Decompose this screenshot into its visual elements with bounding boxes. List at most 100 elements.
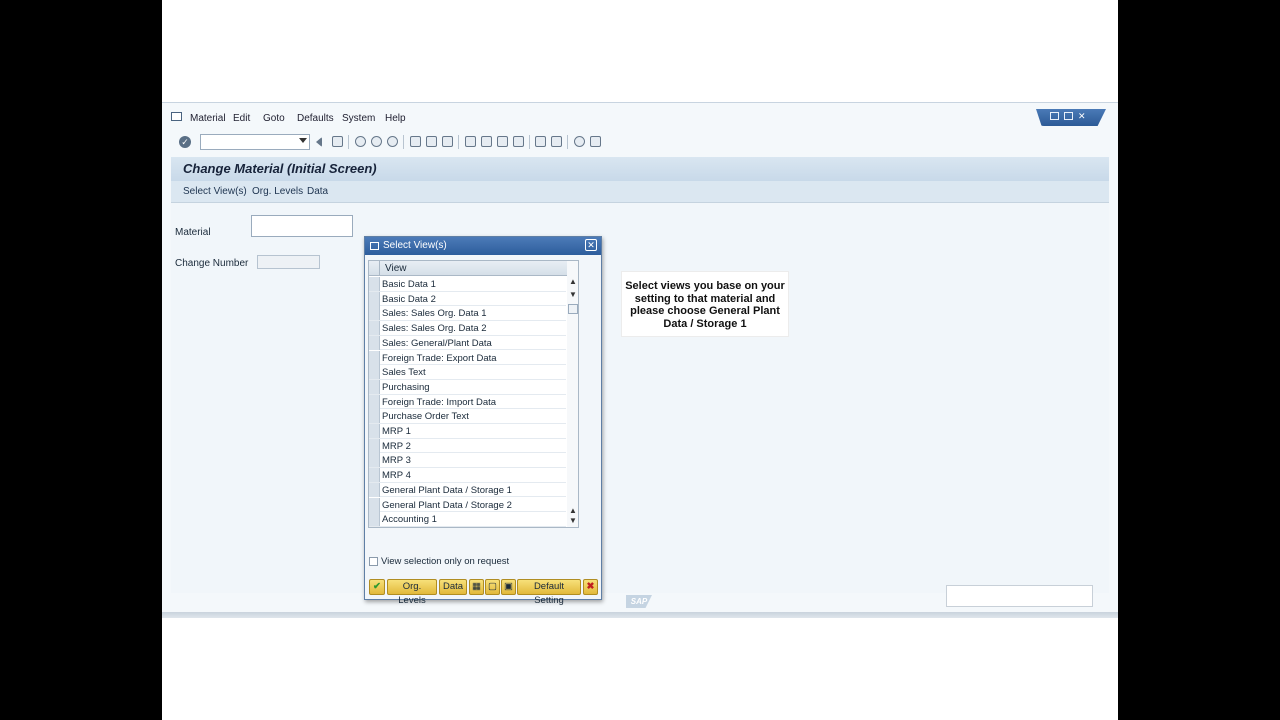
select-views-button[interactable]: Select View(s) bbox=[183, 186, 247, 197]
vertical-scrollbar[interactable]: ▲ ▼ ▲ ▼ bbox=[567, 261, 578, 527]
maximize-icon[interactable] bbox=[1064, 112, 1073, 120]
scroll-up-icon[interactable]: ▲ bbox=[569, 507, 577, 515]
view-name: MRP 2 bbox=[382, 440, 411, 452]
row-selector[interactable] bbox=[369, 291, 380, 306]
table-row[interactable]: MRP 1 bbox=[369, 424, 566, 439]
default-setting-button[interactable]: Default Setting bbox=[517, 579, 581, 606]
view-name: Purchase Order Text bbox=[382, 411, 469, 423]
row-selector[interactable] bbox=[369, 350, 380, 365]
table-row[interactable]: Purchase Order Text bbox=[369, 409, 566, 424]
scroll-thumb[interactable] bbox=[568, 304, 578, 314]
help-icon[interactable] bbox=[574, 136, 585, 147]
change-number-label: Change Number bbox=[175, 258, 249, 269]
row-selector[interactable] bbox=[369, 424, 380, 438]
dialog-title-bar: Select View(s) ✕ bbox=[365, 237, 601, 255]
menu-help[interactable]: Help bbox=[385, 113, 406, 124]
select-all-column[interactable] bbox=[369, 261, 380, 276]
first-page-icon[interactable] bbox=[465, 136, 476, 147]
org-levels-button[interactable]: Org. Levels bbox=[252, 186, 303, 197]
change-number-input[interactable] bbox=[257, 255, 320, 269]
page-title: Change Material (Initial Screen) bbox=[183, 161, 377, 176]
table-row[interactable]: Foreign Trade: Export Data bbox=[369, 350, 566, 366]
table-row[interactable]: Sales: Sales Org. Data 1 bbox=[369, 306, 566, 322]
row-selector[interactable] bbox=[369, 335, 380, 350]
row-selector[interactable] bbox=[369, 497, 380, 512]
table-row[interactable]: Basic Data 1 bbox=[369, 277, 566, 292]
table-row[interactable]: Accounting 1 bbox=[369, 512, 566, 527]
close-window-icon[interactable]: ✕ bbox=[1078, 112, 1087, 121]
table-row[interactable]: Sales: Sales Org. Data 2 bbox=[369, 321, 566, 336]
find-icon[interactable] bbox=[426, 136, 437, 147]
row-selector[interactable] bbox=[369, 379, 380, 394]
back-icon[interactable] bbox=[355, 136, 366, 147]
previous-page-icon[interactable] bbox=[481, 136, 492, 147]
scroll-down-icon[interactable]: ▼ bbox=[569, 517, 577, 525]
row-selector[interactable] bbox=[369, 453, 380, 468]
org-levels-dialog-button[interactable]: Org. Levels bbox=[387, 579, 437, 606]
row-selector[interactable] bbox=[369, 365, 380, 380]
row-selector[interactable] bbox=[369, 277, 380, 291]
row-selector[interactable] bbox=[369, 306, 380, 321]
menu-material[interactable]: Material bbox=[190, 113, 226, 124]
standard-toolbar: ✓ bbox=[162, 130, 1118, 154]
deselect-all-icon[interactable]: ▢ bbox=[485, 579, 500, 595]
menu-defaults[interactable]: Defaults bbox=[297, 113, 334, 124]
row-selector[interactable] bbox=[369, 409, 380, 424]
scroll-up-icon[interactable]: ▲ bbox=[569, 278, 577, 286]
find-next-icon[interactable] bbox=[442, 136, 453, 147]
print-icon[interactable] bbox=[410, 136, 421, 147]
table-row[interactable]: MRP 2 bbox=[369, 438, 566, 454]
layout-menu-icon[interactable] bbox=[590, 136, 601, 147]
command-field[interactable] bbox=[200, 134, 310, 150]
screen-content: Material Change Number bbox=[171, 203, 1109, 593]
enter-icon[interactable]: ✓ bbox=[179, 136, 191, 148]
view-name: General Plant Data / Storage 1 bbox=[382, 484, 512, 496]
material-input[interactable] bbox=[251, 215, 353, 237]
scroll-down-icon[interactable]: ▼ bbox=[569, 291, 577, 299]
dialog-button-bar: ✔ Org. Levels Data ▦ ▢ ▣ Default Setting… bbox=[369, 579, 599, 606]
table-row[interactable]: General Plant Data / Storage 2 bbox=[369, 497, 566, 513]
create-session-icon[interactable] bbox=[535, 136, 546, 147]
select-all-icon[interactable]: ▦ bbox=[469, 579, 484, 595]
close-icon[interactable]: ✕ bbox=[585, 239, 597, 251]
view-name: General Plant Data / Storage 2 bbox=[382, 499, 512, 511]
table-row[interactable]: MRP 4 bbox=[369, 468, 566, 483]
next-page-icon[interactable] bbox=[497, 136, 508, 147]
data-dialog-button[interactable]: Data bbox=[439, 579, 467, 595]
dropdown-arrow-icon[interactable] bbox=[299, 138, 307, 143]
view-name: Purchasing bbox=[382, 381, 430, 393]
save-icon[interactable] bbox=[332, 136, 343, 147]
shortcut-icon[interactable] bbox=[551, 136, 562, 147]
row-selector[interactable] bbox=[369, 438, 380, 453]
last-page-icon[interactable] bbox=[513, 136, 524, 147]
table-row[interactable]: Foreign Trade: Import Data bbox=[369, 394, 566, 410]
window-controls: ✕ bbox=[1036, 109, 1106, 126]
menu-goto[interactable]: Goto bbox=[263, 113, 285, 124]
row-selector[interactable] bbox=[369, 468, 380, 483]
exit-icon[interactable] bbox=[371, 136, 382, 147]
menu-system[interactable]: System bbox=[342, 113, 375, 124]
data-button[interactable]: Data bbox=[307, 186, 328, 197]
system-menu-icon[interactable] bbox=[171, 112, 182, 121]
taskbar bbox=[162, 612, 1118, 618]
table-row[interactable]: General Plant Data / Storage 1 bbox=[369, 482, 566, 498]
row-selector[interactable] bbox=[369, 321, 380, 336]
toolbar-separator bbox=[348, 135, 349, 149]
back-arrow-icon[interactable] bbox=[316, 137, 322, 147]
table-row[interactable]: Sales Text bbox=[369, 365, 566, 380]
table-row[interactable]: Sales: General/Plant Data bbox=[369, 335, 566, 351]
cancel-icon[interactable] bbox=[387, 136, 398, 147]
minimize-icon[interactable] bbox=[1050, 112, 1059, 120]
menu-edit[interactable]: Edit bbox=[233, 113, 250, 124]
table-row[interactable]: Purchasing bbox=[369, 379, 566, 395]
table-row[interactable]: MRP 3 bbox=[369, 453, 566, 469]
continue-icon[interactable]: ✔ bbox=[369, 579, 385, 595]
dialog-icon bbox=[370, 242, 379, 250]
row-selector[interactable] bbox=[369, 482, 380, 497]
table-row[interactable]: Basic Data 2 bbox=[369, 291, 566, 307]
save-default-icon[interactable]: ▣ bbox=[501, 579, 516, 595]
cancel-dialog-icon[interactable]: ✖ bbox=[583, 579, 598, 595]
view-selection-checkbox[interactable] bbox=[369, 557, 378, 566]
row-selector[interactable] bbox=[369, 512, 380, 527]
row-selector[interactable] bbox=[369, 394, 380, 409]
